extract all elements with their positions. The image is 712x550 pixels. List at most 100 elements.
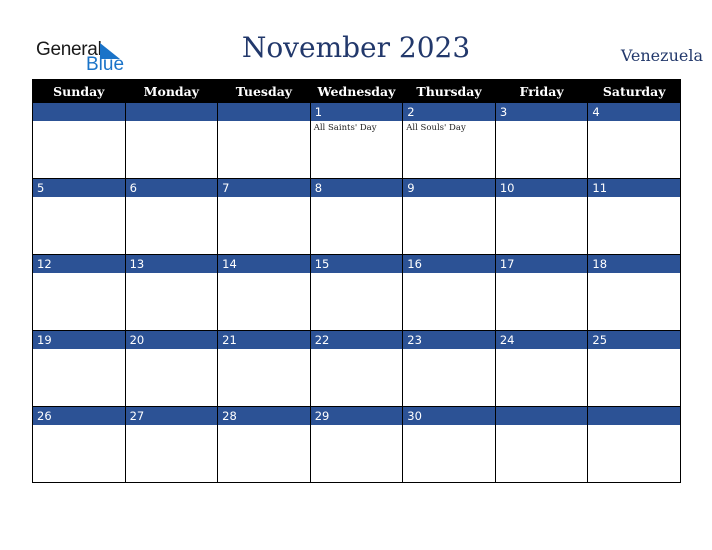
day-number: 23 [403,331,495,349]
holiday-label [496,197,588,199]
calendar-title: November 2023 [241,31,471,64]
holiday-label: All Souls' Day [406,123,466,133]
weekday-thursday: Thursday [402,79,496,103]
holiday-label [496,273,588,275]
holiday-label [218,121,310,123]
day-cell[interactable]: 22 [309,330,404,407]
day-number: 21 [218,331,310,349]
day-number: 4 [588,103,680,121]
day-cell[interactable]: 21 [217,330,311,407]
day-cell[interactable]: 20 [124,330,219,407]
week-row: 12 13 14 15 16 17 18 [32,254,681,331]
day-cell[interactable]: 12 [32,254,126,331]
day-cell[interactable]: 6 [124,178,219,255]
day-number: 16 [403,255,495,273]
holiday-label [218,425,310,427]
day-number: 27 [125,407,218,425]
day-cell[interactable]: 17 [494,254,589,331]
day-number: 5 [33,179,125,197]
holiday-label: All Saints' Day [313,123,377,133]
day-number: 30 [403,407,495,425]
day-cell[interactable]: 5 [32,178,126,255]
day-cell[interactable] [217,102,311,179]
day-cell[interactable] [32,102,126,179]
day-number: 17 [495,255,588,273]
holiday-label [218,349,310,351]
holiday-label [588,273,680,275]
holiday-label [218,197,310,199]
day-cell[interactable]: 27 [124,406,219,483]
day-cell[interactable]: 7 [217,178,311,255]
holiday-label [33,273,125,275]
holiday-label [403,197,495,199]
weekday-saturday: Saturday [587,79,681,103]
holiday-label [126,349,218,351]
day-number: 13 [125,255,218,273]
holiday-label [588,121,680,123]
day-number: 8 [310,179,403,197]
day-cell[interactable]: 25 [587,330,681,407]
day-number: 18 [588,255,680,273]
day-number: 6 [125,179,218,197]
day-cell[interactable]: 9 [402,178,496,255]
day-cell[interactable]: 24 [494,330,589,407]
day-cell[interactable] [124,102,219,179]
weekday-sunday: Sunday [32,79,126,103]
day-cell[interactable]: 26 [32,406,126,483]
day-number [218,103,310,121]
day-cell[interactable]: 30 [402,406,496,483]
day-number: 3 [495,103,588,121]
day-cell[interactable]: 2 All Souls' Day [402,102,496,179]
day-cell[interactable] [587,406,681,483]
day-cell[interactable]: 16 [402,254,496,331]
holiday-label [126,121,218,123]
holiday-label [126,425,218,427]
weekday-wednesday: Wednesday [309,79,404,103]
weekday-monday: Monday [124,79,219,103]
week-row: 26 27 28 29 30 [32,406,681,483]
day-cell[interactable]: 11 [587,178,681,255]
week-row: 19 20 21 22 23 24 25 [32,330,681,407]
day-cell[interactable] [494,406,589,483]
day-cell[interactable]: 29 [309,406,404,483]
day-cell[interactable]: 13 [124,254,219,331]
day-cell[interactable]: 23 [402,330,496,407]
holiday-label [33,349,125,351]
day-cell[interactable]: 28 [217,406,311,483]
day-cell[interactable]: 1 All Saints' Day [309,102,404,179]
holiday-label [496,425,588,427]
day-number: 19 [33,331,125,349]
week-row: 5 6 7 8 9 10 11 [32,178,681,255]
weekday-header-row: Sunday Monday Tuesday Wednesday Thursday… [32,79,681,103]
day-number: 26 [33,407,125,425]
day-cell[interactable]: 19 [32,330,126,407]
day-number [125,103,218,121]
holiday-label [126,197,218,199]
day-number: 14 [218,255,310,273]
holiday-label [218,273,310,275]
holiday-label [588,349,680,351]
day-cell[interactable]: 18 [587,254,681,331]
day-number: 28 [218,407,310,425]
day-cell[interactable]: 10 [494,178,589,255]
day-cell[interactable]: 3 [494,102,589,179]
day-cell[interactable]: 4 [587,102,681,179]
country-label: Venezuela [620,46,703,65]
week-row: 1 All Saints' Day 2 All Souls' Day 3 4 [32,102,681,179]
holiday-label [126,273,218,275]
holiday-label [311,273,403,275]
day-cell[interactable]: 8 [309,178,404,255]
holiday-label [311,425,403,427]
day-cell[interactable]: 15 [309,254,404,331]
holiday-label [588,425,680,427]
holiday-label [496,349,588,351]
day-number: 24 [495,331,588,349]
day-number: 20 [125,331,218,349]
weekday-tuesday: Tuesday [217,79,311,103]
holiday-label [33,121,125,123]
day-number: 10 [495,179,588,197]
weekday-friday: Friday [494,79,589,103]
holiday-label [403,425,495,427]
calendar-grid: Sunday Monday Tuesday Wednesday Thursday… [32,79,681,483]
day-cell[interactable]: 14 [217,254,311,331]
